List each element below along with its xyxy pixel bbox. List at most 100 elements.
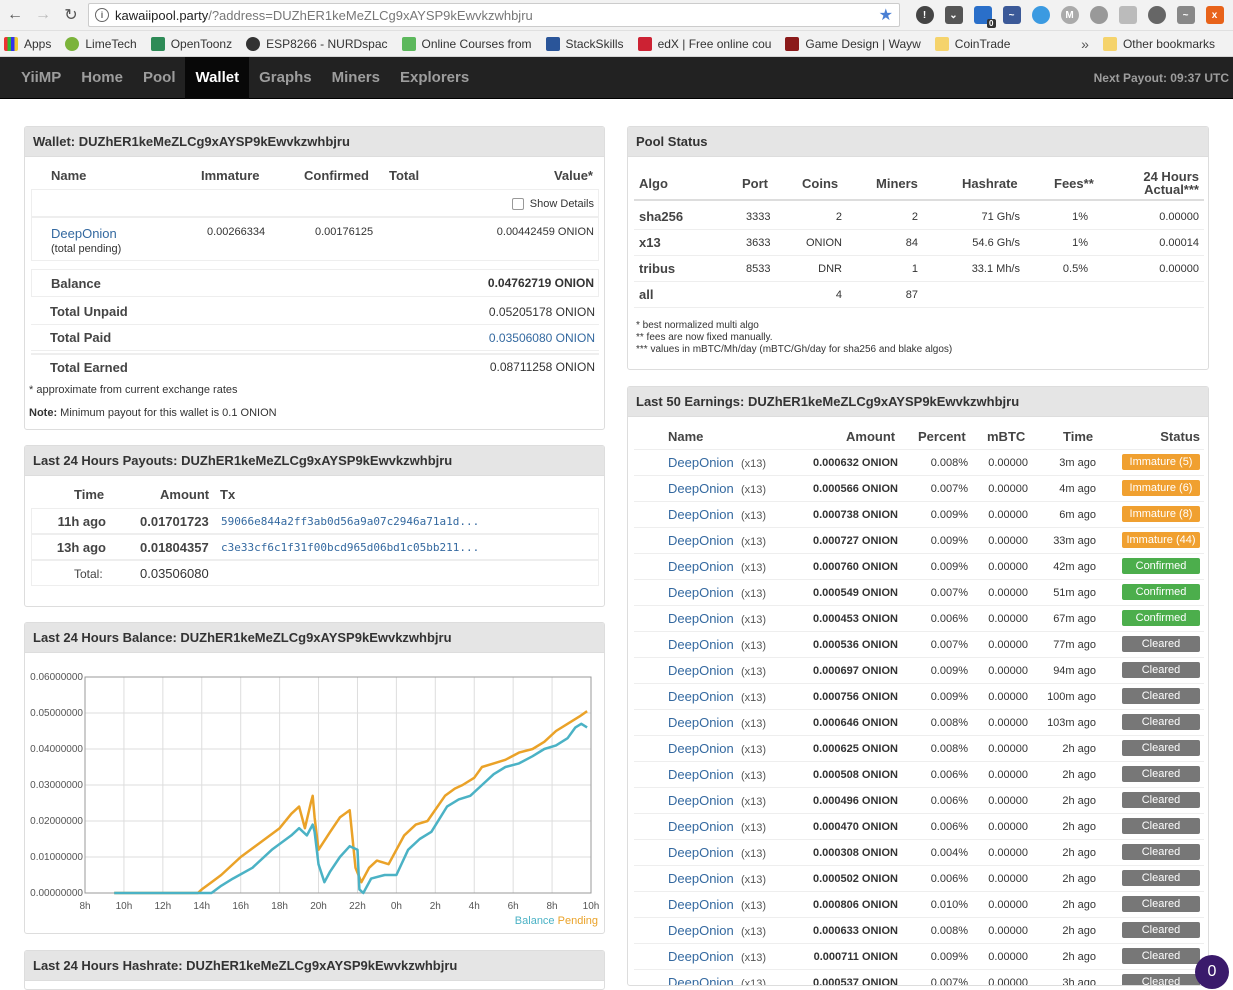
chat-widget-button[interactable]: 0 bbox=[1195, 955, 1229, 989]
brand-link[interactable]: YiiMP bbox=[0, 57, 71, 99]
extension-m-icon[interactable]: M bbox=[1060, 6, 1079, 24]
earning-row: DeepOnion (x13) 0.000727 ONION 0.009% 0.0000… bbox=[634, 527, 1204, 553]
bookmark-item[interactable]: StackSkills bbox=[545, 36, 624, 51]
extension-circle-icon[interactable] bbox=[1089, 6, 1108, 24]
earning-coin-link[interactable]: DeepOnion bbox=[668, 975, 734, 985]
earning-coin-link[interactable]: DeepOnion bbox=[668, 663, 734, 678]
show-details-checkbox[interactable] bbox=[511, 198, 524, 210]
extension-grid-icon[interactable] bbox=[1118, 6, 1137, 24]
nav-home[interactable]: Home bbox=[71, 57, 133, 99]
earning-mbtc: 0.00000 bbox=[988, 795, 1028, 807]
y-tick-label: 0.06000000 bbox=[30, 672, 83, 683]
earning-algo: (x13) bbox=[741, 640, 767, 652]
bookmark-item[interactable]: CoinTrade bbox=[934, 36, 1010, 51]
payout-tx-link[interactable]: 59066e844a2ff3ab0d56a9a07c2946a71a1d... bbox=[221, 515, 479, 528]
edx-icon bbox=[637, 36, 652, 51]
hashrate-title: Last 24 Hours Hashrate: DUZhER1keMeZLCg9… bbox=[25, 951, 604, 981]
reload-icon[interactable]: ↻ bbox=[60, 4, 82, 26]
limetech-icon bbox=[65, 36, 80, 51]
bookmark-item[interactable]: Game Design | Wayw bbox=[785, 36, 921, 51]
earning-coin-link[interactable]: DeepOnion bbox=[668, 611, 734, 626]
nav-pool[interactable]: Pool bbox=[133, 57, 186, 99]
earning-coin-link[interactable]: DeepOnion bbox=[668, 559, 734, 574]
earning-coin-link[interactable]: DeepOnion bbox=[668, 715, 734, 730]
earning-percent: 0.007% bbox=[930, 483, 968, 495]
earning-status-badge: Cleared bbox=[1122, 818, 1200, 834]
show-details[interactable]: Show Details bbox=[511, 198, 594, 210]
extension-wave-icon[interactable]: ~ bbox=[1176, 6, 1195, 24]
hashrate-panel: Last 24 Hours Hashrate: DUZhER1keMeZLCg9… bbox=[24, 950, 605, 990]
info-icon[interactable]: i bbox=[95, 8, 109, 22]
forward-icon[interactable]: → bbox=[32, 4, 54, 26]
earned-row: Total Earned 0.08711258 ONION bbox=[31, 353, 599, 379]
bookmark-item[interactable]: OpenToonz bbox=[150, 36, 232, 51]
earning-amount: 0.000756 ONION bbox=[813, 691, 898, 703]
payouts-title: Last 24 Hours Payouts: DUZhER1keMeZLCg9x… bbox=[25, 446, 604, 476]
earning-coin-link[interactable]: DeepOnion bbox=[668, 533, 734, 548]
earning-coin-link[interactable]: DeepOnion bbox=[668, 741, 734, 756]
earning-algo: (x13) bbox=[741, 536, 767, 548]
extension-badge-icon[interactable]: 0 bbox=[973, 6, 996, 28]
payout-tx-link[interactable]: c3e33cf6c1f31f00bcd965d06bd1c05bb211... bbox=[221, 541, 479, 554]
nav-explorers[interactable]: Explorers bbox=[390, 57, 479, 99]
bookmark-item[interactable]: Apps bbox=[4, 36, 51, 51]
earning-coin-link[interactable]: DeepOnion bbox=[668, 949, 734, 964]
earning-row: DeepOnion (x13) 0.000806 ONION 0.010% 0.0000… bbox=[634, 891, 1204, 917]
earning-coin-link[interactable]: DeepOnion bbox=[668, 793, 734, 808]
stackskills-icon bbox=[545, 36, 560, 51]
earning-coin-link[interactable]: DeepOnion bbox=[668, 689, 734, 704]
earning-row: DeepOnion (x13) 0.000711 ONION 0.009% 0.0000… bbox=[634, 943, 1204, 969]
earning-coin-link[interactable]: DeepOnion bbox=[668, 897, 734, 912]
earning-coin-link[interactable]: DeepOnion bbox=[668, 767, 734, 782]
pool-port: 3333 bbox=[746, 211, 771, 223]
coin-name-link[interactable]: DeepOnion bbox=[51, 226, 117, 241]
extension-orange-icon[interactable]: x bbox=[1205, 6, 1224, 24]
bookmark-item[interactable]: ESP8266 - NURDspac bbox=[246, 36, 388, 51]
bookmark-item[interactable]: LimeTech bbox=[65, 36, 137, 51]
chart-legend: Balance Pending bbox=[515, 915, 598, 927]
nav-wallet[interactable]: Wallet bbox=[185, 56, 250, 99]
earning-coin-link[interactable]: DeepOnion bbox=[668, 819, 734, 834]
earning-mbtc: 0.00000 bbox=[988, 743, 1028, 755]
other-bookmarks[interactable]: Other bookmarks bbox=[1102, 36, 1215, 51]
earning-coin-link[interactable]: DeepOnion bbox=[668, 507, 734, 522]
back-icon[interactable]: ← bbox=[4, 4, 26, 26]
earning-coin-link[interactable]: DeepOnion bbox=[668, 637, 734, 652]
earning-row: DeepOnion (x13) 0.000697 ONION 0.009% 0.0000… bbox=[634, 657, 1204, 683]
nav-miners[interactable]: Miners bbox=[322, 57, 390, 99]
x-tick-label: 6h bbox=[508, 901, 519, 912]
earning-coin-link[interactable]: DeepOnion bbox=[668, 481, 734, 496]
pool-port: 3633 bbox=[746, 237, 771, 249]
cloud-icon[interactable] bbox=[1031, 6, 1050, 24]
bookmark-item[interactable]: Online Courses from bbox=[401, 36, 532, 51]
earning-time: 33m ago bbox=[1053, 535, 1096, 547]
bookmark-star-icon[interactable]: ★ bbox=[879, 5, 893, 25]
earning-coin-link[interactable]: DeepOnion bbox=[668, 585, 734, 600]
x-tick-label: 18h bbox=[271, 901, 288, 912]
pool-miners: 87 bbox=[905, 289, 918, 301]
address-bar[interactable]: i kawaiipool.party/?address=DUZhER1keMeZ… bbox=[88, 3, 900, 27]
earning-coin-link[interactable]: DeepOnion bbox=[668, 455, 734, 470]
nav-graphs[interactable]: Graphs bbox=[249, 57, 322, 99]
graph-extension-icon[interactable]: ~ bbox=[1002, 6, 1021, 24]
lightbulb-icon[interactable] bbox=[1147, 6, 1166, 24]
earning-time: 2h ago bbox=[1062, 743, 1096, 755]
bookmarks-overflow-icon[interactable]: » bbox=[1081, 36, 1089, 52]
earning-time: 103m ago bbox=[1047, 717, 1096, 729]
earning-time: 2h ago bbox=[1062, 951, 1096, 963]
earning-time: 4m ago bbox=[1059, 483, 1096, 495]
earning-coin-link[interactable]: DeepOnion bbox=[668, 923, 734, 938]
earning-time: 2h ago bbox=[1062, 847, 1096, 859]
earning-coin-link[interactable]: DeepOnion bbox=[668, 871, 734, 886]
earning-status-badge: Cleared bbox=[1122, 896, 1200, 912]
paid-value-link[interactable]: 0.03506080 ONION bbox=[489, 331, 595, 345]
pocket-icon[interactable]: ⌄ bbox=[944, 6, 963, 24]
earning-status-badge: Immature (8) bbox=[1122, 506, 1200, 522]
pool-coins: ONION bbox=[805, 237, 842, 249]
earning-mbtc: 0.00000 bbox=[988, 457, 1028, 469]
extension-icon[interactable]: ! bbox=[915, 6, 934, 24]
bookmark-item[interactable]: edX | Free online cou bbox=[637, 36, 771, 51]
earning-coin-link[interactable]: DeepOnion bbox=[668, 845, 734, 860]
earning-percent: 0.007% bbox=[930, 977, 968, 986]
earning-percent: 0.009% bbox=[930, 665, 968, 677]
